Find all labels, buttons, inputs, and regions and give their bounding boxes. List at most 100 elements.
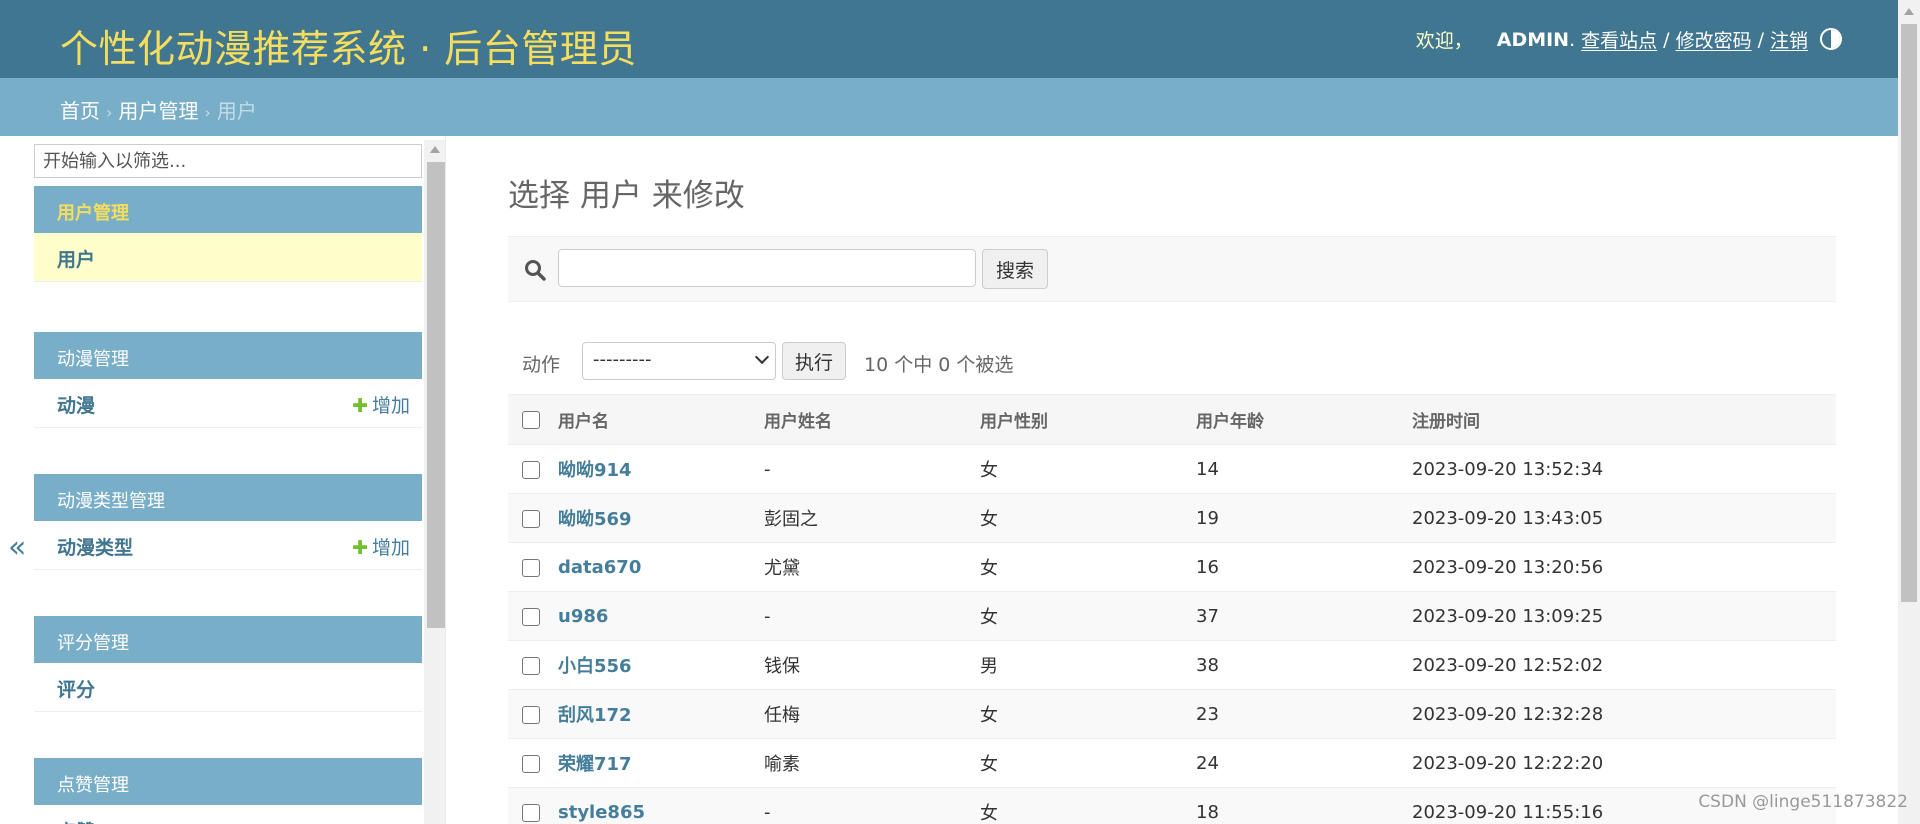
add-anime-link[interactable]: ✚ 增加 (352, 391, 410, 418)
cell-age: 37 (1196, 591, 1412, 641)
cell-gender: 女 (980, 493, 1196, 543)
sidebar-item-anime[interactable]: 动漫 ✚ 增加 (34, 379, 422, 428)
module-caption[interactable]: 用户管理 (34, 186, 422, 233)
table-row: 刮风172 任梅女 23 2023-09-20 12:32:28 (508, 689, 1836, 739)
column-header-name[interactable]: 用户姓名 (764, 394, 980, 445)
column-header-registered[interactable]: 注册时间 (1412, 394, 1836, 445)
search-input[interactable] (558, 249, 976, 287)
sidebar-item-label: 动漫类型 (57, 537, 134, 559)
add-label: 增加 (371, 395, 410, 417)
page-scrollbar[interactable] (1898, 0, 1920, 824)
cell-age: 16 (1196, 542, 1412, 592)
cell-gender: 男 (980, 640, 1196, 690)
user-link[interactable]: 荣耀717 (558, 754, 632, 775)
breadcrumb-home[interactable]: 首页 (60, 99, 100, 123)
table-row: 荣耀717 喻素女 24 2023-09-20 12:22:20 (508, 738, 1836, 788)
table-row: style865- 女 18 2023-09-20 11:55:16 (508, 787, 1836, 824)
column-header-username[interactable]: 用户名 (558, 394, 764, 445)
scrollbar-thumb[interactable] (427, 162, 445, 628)
row-checkbox[interactable] (522, 705, 540, 724)
column-header-gender[interactable]: 用户性别 (980, 394, 1196, 445)
chevron-down-icon (754, 349, 770, 365)
site-title[interactable]: 个性化动漫推荐系统 · 后台管理员 (60, 18, 637, 73)
scroll-up-icon[interactable] (1904, 8, 1914, 15)
module-caption[interactable]: 动漫类型管理 (34, 474, 422, 521)
user-link[interactable]: style865 (558, 802, 645, 823)
theme-toggle-icon[interactable] (1820, 28, 1842, 50)
row-select-cell (508, 591, 558, 641)
result-table: 用户名 用户姓名 用户性别 用户年龄 注册时间 呦呦914- 女 14 2023-09… (508, 394, 1836, 824)
scroll-up-icon[interactable] (430, 146, 440, 153)
search-icon (525, 260, 546, 281)
row-checkbox[interactable] (522, 558, 540, 577)
sidebar: 用户管理 用户 动漫管理 动漫✚增加 动漫类型管理 动漫类型✚增加 评分管理 评… (34, 136, 446, 824)
row-checkbox[interactable] (522, 803, 540, 822)
row-checkbox[interactable] (522, 509, 540, 528)
table-row: 呦呦914 - 女 14 2023-09-20 13:52:34 (508, 444, 1836, 494)
row-select-cell (508, 787, 558, 824)
cell-name: 任梅 (764, 689, 980, 739)
select-all-checkbox[interactable] (522, 410, 540, 429)
select-all-cell (508, 394, 558, 445)
sidebar-item-user[interactable]: 用户 (34, 233, 422, 282)
row-select-cell (508, 689, 558, 739)
module-caption[interactable]: 评分管理 (34, 616, 422, 663)
add-label: 增加 (371, 537, 410, 559)
sidebar-item-label: 动漫 (57, 395, 96, 417)
row-checkbox[interactable] (522, 656, 540, 675)
user-link[interactable]: 刮风172 (558, 705, 632, 726)
sidebar-scrollbar[interactable] (424, 140, 445, 824)
search-toolbar: 搜索 (508, 236, 1836, 302)
module-rating-management: 评分管理 评分 (34, 616, 422, 712)
module-anime-management: 动漫管理 动漫 ✚ 增加 (34, 332, 422, 428)
cell-registered: 2023-09-20 12:22:20 (1412, 738, 1836, 788)
sidebar-item-anime-type[interactable]: 动漫类型 ✚ 增加 (34, 521, 422, 570)
actions-label: 动作 (522, 354, 561, 376)
cell-age: 14 (1196, 444, 1412, 494)
sidebar-item-rating[interactable]: 评分 (34, 663, 422, 712)
user-link[interactable]: 呦呦569 (558, 509, 632, 530)
cell-gender: 女 (980, 689, 1196, 739)
search-button[interactable]: 搜索 (982, 249, 1048, 289)
user-link[interactable]: 呦呦914 (558, 460, 632, 481)
cell-name: - (764, 444, 980, 494)
selection-counter: 10 个中 0 个被选 (864, 354, 1014, 376)
header-bar: 个性化动漫推荐系统 · 后台管理员 欢迎， ADMIN. 查看站点 / 修改密码… (0, 0, 1898, 78)
sidebar-item-like[interactable]: 点赞 (34, 805, 422, 824)
user-link[interactable]: 小白556 (558, 656, 632, 677)
row-checkbox[interactable] (522, 754, 540, 773)
breadcrumb-app[interactable]: 用户管理 (118, 99, 198, 123)
user-link[interactable]: u986 (558, 606, 608, 627)
action-select[interactable]: --------- (582, 342, 776, 380)
cell-gender: 女 (980, 787, 1196, 824)
nav-filter-input[interactable] (34, 144, 422, 178)
row-select-cell (508, 493, 558, 543)
logout-link[interactable]: 注销 (1770, 26, 1808, 53)
cell-registered: 2023-09-20 12:52:02 (1412, 640, 1836, 690)
module-user-management: 用户管理 用户 (34, 186, 422, 282)
scrollbar-thumb[interactable] (1901, 24, 1917, 602)
add-anime-type-link[interactable]: ✚ 增加 (352, 533, 410, 560)
user-link[interactable]: data670 (558, 557, 641, 578)
collapse-sidebar-icon[interactable]: « (8, 530, 26, 565)
sidebar-item-label: 用户 (57, 249, 96, 271)
cell-age: 23 (1196, 689, 1412, 739)
separator: / (1663, 28, 1670, 51)
module-caption[interactable]: 点赞管理 (34, 758, 422, 805)
change-password-link[interactable]: 修改密码 (1676, 26, 1752, 53)
cell-username: 小白556 (558, 640, 764, 690)
username: ADMIN (1496, 28, 1570, 51)
plus-icon: ✚ (352, 537, 368, 559)
run-action-button[interactable]: 执行 (782, 342, 846, 380)
row-checkbox[interactable] (522, 607, 540, 626)
module-caption[interactable]: 动漫管理 (34, 332, 422, 379)
cell-name: 喻素 (764, 738, 980, 788)
cell-age: 24 (1196, 738, 1412, 788)
cell-gender: 女 (980, 738, 1196, 788)
view-site-link[interactable]: 查看站点 (1581, 26, 1657, 53)
cell-age: 19 (1196, 493, 1412, 543)
column-header-age[interactable]: 用户年龄 (1196, 394, 1412, 445)
row-checkbox[interactable] (522, 460, 540, 479)
row-select-cell (508, 738, 558, 788)
table-row: u986 - 女 37 2023-09-20 13:09:25 (508, 591, 1836, 641)
